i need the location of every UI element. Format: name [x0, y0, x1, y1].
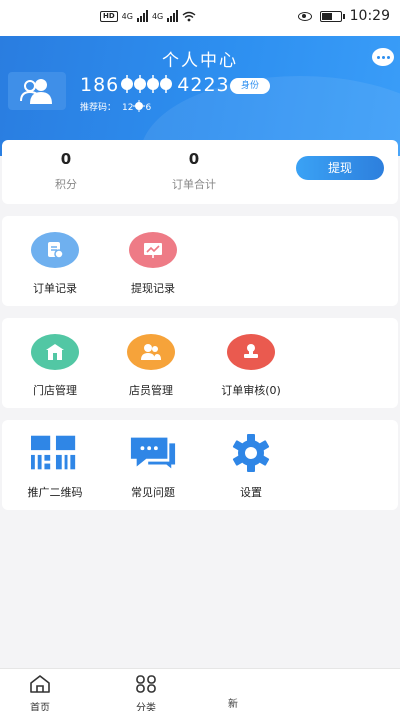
nav-home-label: 首页 — [30, 703, 50, 711]
bottom-nav: 首页 分类 新 — [0, 668, 400, 711]
home-icon — [30, 675, 50, 693]
settings-item[interactable]: 设置 — [206, 434, 296, 500]
store-management-label: 门店管理 — [33, 384, 77, 397]
message-button[interactable] — [372, 48, 394, 66]
referral-label: 推荐码： — [80, 103, 117, 113]
order-record-label: 订单记录 — [33, 282, 77, 295]
profile-header: 个人中心 186 4223 身份 推荐码： 12 6 — [0, 36, 400, 156]
staff-management-item[interactable]: 店员管理 — [106, 334, 196, 398]
order-record-item[interactable]: 订单记录 — [10, 232, 100, 296]
orders-value: 0 — [188, 150, 200, 168]
records-card: 订单记录 提现记录 — [2, 216, 398, 306]
promo-qr-item[interactable]: 推广二维码 — [10, 434, 100, 500]
promo-qr-label: 推广二维码 — [27, 486, 83, 499]
orders-stat[interactable]: 0 订单合计 — [154, 150, 234, 192]
status-bar: HD 4G 4G 10:29 — [0, 0, 400, 36]
orders-label: 订单合计 — [172, 178, 216, 191]
store-icon — [31, 334, 79, 370]
eye-comfort-icon — [297, 11, 312, 21]
order-review-item[interactable]: 订单审核(0) — [206, 334, 296, 398]
system-indicators: 10:29 — [297, 8, 390, 24]
stats-card: 0 积分 0 订单合计 提现 — [2, 140, 398, 204]
clock: 10:29 — [349, 8, 390, 24]
settings-label: 设置 — [240, 486, 262, 499]
faq-label: 常见问题 — [131, 486, 175, 499]
withdraw-button[interactable]: 提现 — [296, 156, 384, 180]
wifi-icon — [182, 11, 196, 21]
masked-digits — [121, 75, 173, 93]
gear-icon — [227, 434, 275, 472]
phone-prefix: 186 — [80, 74, 120, 96]
nav-category-label: 分类 — [136, 703, 156, 711]
withdraw-record-label: 提现记录 — [131, 282, 175, 295]
chat-dots-icon — [376, 55, 380, 59]
order-record-icon — [31, 232, 79, 268]
identity-badge[interactable]: 身份 — [230, 78, 270, 94]
user-group-icon — [20, 79, 52, 104]
page-title: 个人中心 — [162, 51, 238, 71]
referral-code: 推荐码： 12 6 — [80, 100, 151, 113]
qr-code-icon — [31, 434, 79, 472]
network-indicators: HD 4G 4G — [100, 10, 196, 22]
signal-icon — [136, 10, 148, 22]
stamp-icon — [227, 334, 275, 370]
phone-suffix: 4223 — [177, 74, 230, 96]
tools-card: 推广二维码 常见问题 设置 — [2, 420, 398, 510]
nav-home[interactable]: 首页 — [10, 675, 70, 711]
avatar[interactable] — [8, 72, 66, 110]
points-value: 0 — [60, 150, 72, 168]
points-stat[interactable]: 0 积分 — [26, 150, 106, 192]
staff-management-label: 店员管理 — [129, 384, 173, 397]
staff-icon — [127, 334, 175, 370]
faq-item[interactable]: 常见问题 — [108, 434, 198, 500]
points-label: 积分 — [55, 178, 77, 191]
hd-badge: HD — [100, 10, 118, 22]
store-management-item[interactable]: 门店管理 — [10, 334, 100, 398]
withdraw-record-icon — [129, 232, 177, 268]
faq-chat-icon — [129, 434, 177, 472]
management-card: 门店管理 店员管理 订单审核(0) — [2, 318, 398, 408]
battery-icon — [319, 10, 345, 22]
referral-value: 12 6 — [122, 100, 152, 113]
phone-number: 186 4223 — [80, 74, 230, 96]
blur-overlay — [226, 678, 286, 708]
withdraw-record-item[interactable]: 提现记录 — [108, 232, 198, 296]
network-type-2: 4G — [151, 11, 164, 21]
order-review-label: 订单审核(0) — [221, 384, 281, 397]
nav-category[interactable]: 分类 — [116, 675, 176, 711]
category-icon — [136, 675, 156, 693]
signal-icon-2 — [167, 10, 179, 22]
network-type: 4G — [121, 11, 133, 21]
